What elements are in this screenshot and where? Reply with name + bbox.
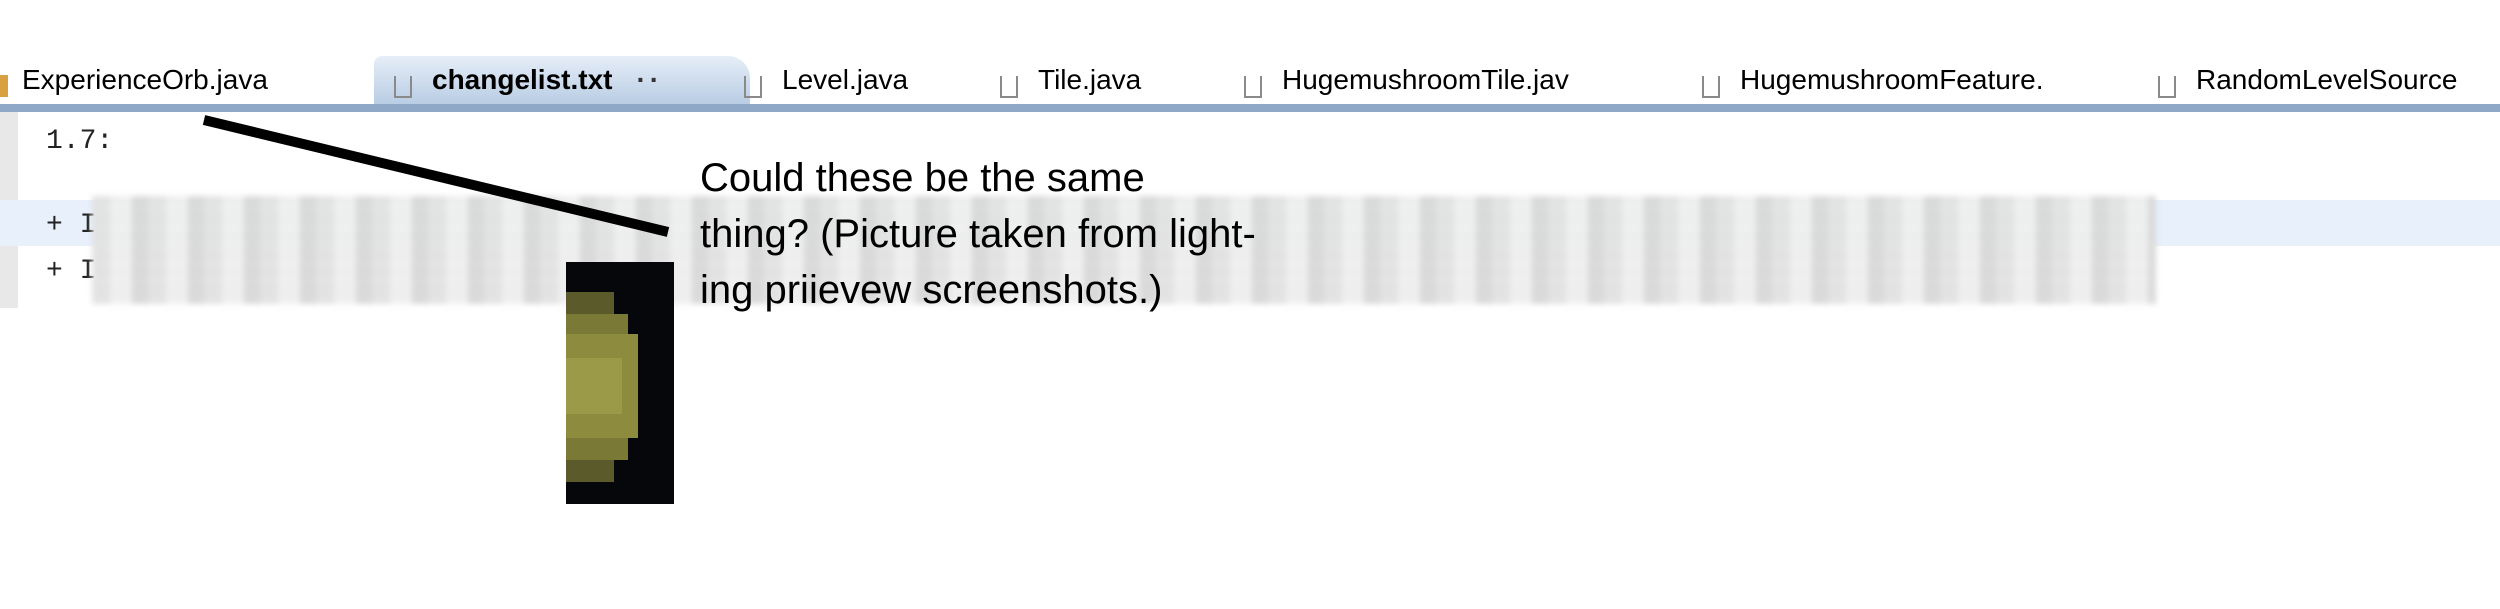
lighting-preview-image xyxy=(566,262,674,504)
annotation-text: Could these be the same thing? (Picture … xyxy=(700,150,1360,318)
annotation-line: thing? (Picture taken from light- xyxy=(700,212,1256,256)
annotation-line: Could these be the same xyxy=(700,156,1145,200)
annotation-line: ing priievew screenshots.) xyxy=(700,268,1163,312)
